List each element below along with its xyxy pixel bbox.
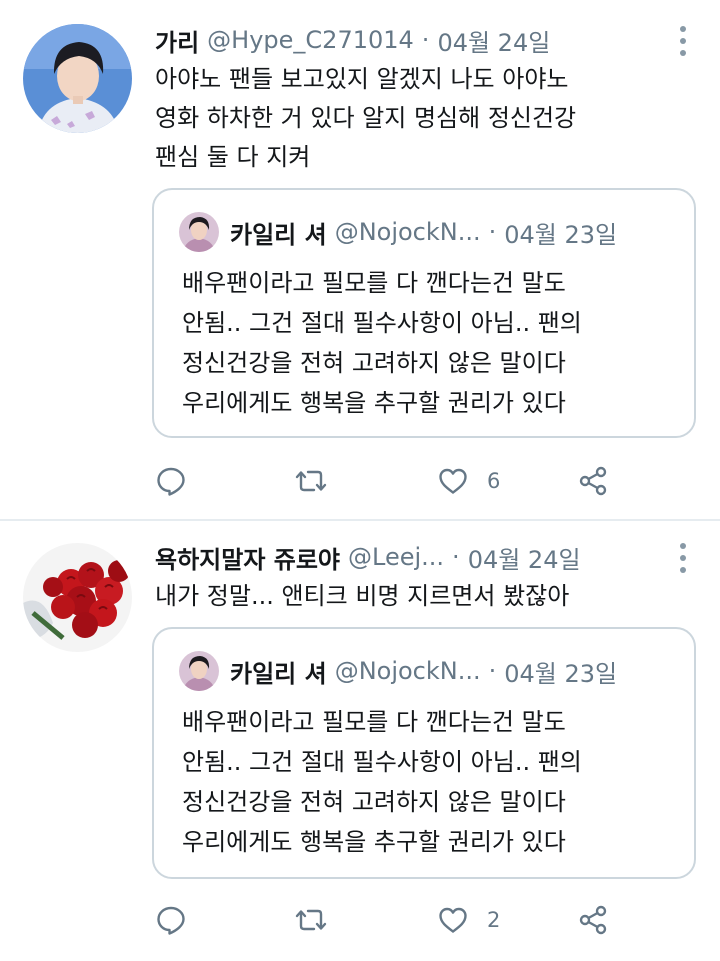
username[interactable]: @Hype_C271014 (207, 26, 414, 54)
comment-bubble-icon (157, 906, 185, 935)
share-nodes-icon (579, 905, 607, 935)
share-button[interactable] (577, 898, 609, 942)
tweet-header: 욕하지말자 쥬로야 @Leej... · 04월 24일 (155, 539, 670, 575)
avatar[interactable] (23, 24, 132, 133)
quote-text-line: 안됨.. 그건 절대 필수사항이 아님.. 팬의 (182, 309, 582, 337)
quote-avatar (179, 212, 219, 252)
separator-dot: · (488, 657, 497, 685)
tweet-text-line: 내가 정말... 앤티크 비명 지르면서 봤잖아 (155, 582, 570, 610)
reply-button[interactable] (155, 898, 187, 942)
tweet[interactable]: 가리 @Hype_C271014 · 04월 24일 아야노 팬들 보고있지 알… (0, 0, 720, 519)
quote-text: 배우팬이라고 필모를 다 깬다는건 말도 안됨.. 그건 절대 필수사항이 아님… (182, 263, 684, 423)
comment-bubble-icon (157, 467, 185, 496)
heart-outline-icon (439, 468, 467, 494)
quote-timestamp: 04월 23일 (504, 659, 618, 688)
like-count: 2 (487, 908, 501, 932)
share-nodes-icon (579, 466, 607, 496)
retweet-arrows-icon (295, 470, 327, 492)
quote-avatar (179, 651, 219, 691)
quote-avatar-photo (179, 651, 219, 691)
reply-button[interactable] (155, 459, 187, 503)
avatar[interactable] (23, 543, 132, 652)
separator-dot: · (488, 218, 497, 246)
quote-text-line: 안됨.. 그건 절대 필수사항이 아님.. 팬의 (182, 748, 582, 776)
tweet-text: 내가 정말... 앤티크 비명 지르면서 봤잖아 (155, 577, 698, 616)
more-options-button[interactable] (678, 26, 688, 56)
separator-dot: · (452, 543, 460, 571)
retweet-button[interactable] (295, 459, 327, 503)
tweet-header: 가리 @Hype_C271014 · 04월 24일 (155, 22, 670, 58)
separator-dot: · (421, 26, 430, 54)
vertical-dots-icon (680, 26, 686, 32)
quote-display-name: 카일리 셔 (230, 659, 327, 688)
display-name[interactable]: 가리 (155, 23, 199, 58)
retweet-arrows-icon (295, 909, 327, 931)
quote-timestamp: 04월 23일 (504, 220, 618, 249)
tweet-actions: 2 (155, 898, 625, 942)
quote-username: @NojockN... (334, 657, 481, 685)
tweet[interactable]: 욕하지말자 쥬로야 @Leej... · 04월 24일 내가 정말... 앤티… (0, 521, 720, 961)
tweet-text-line: 팬심 둘 다 지켜 (155, 143, 311, 171)
quote-display-name: 카일리 셔 (230, 220, 327, 249)
quote-text-line: 정신건강을 전혀 고려하지 않은 말이다 (182, 349, 566, 377)
quote-header: 카일리 셔 @NojockN... · 04월 23일 (230, 651, 674, 691)
heart-outline-icon (439, 907, 467, 933)
quoted-tweet[interactable]: 카일리 셔 @NojockN... · 04월 23일 배우팬이라고 필모를 다… (152, 188, 696, 438)
timestamp[interactable]: 04월 24일 (468, 540, 581, 575)
like-button[interactable]: 2 (437, 898, 500, 942)
quoted-tweet[interactable]: 카일리 셔 @NojockN... · 04월 23일 배우팬이라고 필모를 다… (152, 627, 696, 879)
vertical-dots-icon (680, 543, 686, 549)
quote-text-line: 우리에게도 행복을 추구할 권리가 있다 (182, 828, 566, 856)
avatar-photo (23, 543, 132, 652)
quote-text: 배우팬이라고 필모를 다 깬다는건 말도 안됨.. 그건 절대 필수사항이 아님… (182, 702, 684, 862)
quote-username: @NojockN... (334, 218, 481, 246)
more-options-button[interactable] (678, 543, 688, 573)
like-button[interactable]: 6 (437, 459, 500, 503)
like-count: 6 (487, 469, 501, 493)
retweet-button[interactable] (295, 898, 327, 942)
tweet-actions: 6 (155, 459, 625, 503)
username[interactable]: @Leej... (348, 543, 444, 571)
tweet-text: 아야노 팬들 보고있지 알겠지 나도 아야노 영화 하차한 거 있다 알지 명심… (155, 60, 698, 177)
quote-text-line: 정신건강을 전혀 고려하지 않은 말이다 (182, 788, 566, 816)
timestamp[interactable]: 04월 24일 (437, 23, 550, 58)
quote-text-line: 배우팬이라고 필모를 다 깬다는건 말도 (182, 708, 566, 736)
share-button[interactable] (577, 459, 609, 503)
quote-header: 카일리 셔 @NojockN... · 04월 23일 (230, 212, 674, 252)
display-name[interactable]: 욕하지말자 쥬로야 (155, 540, 340, 575)
quote-text-line: 배우팬이라고 필모를 다 깬다는건 말도 (182, 269, 566, 297)
quote-avatar-photo (179, 212, 219, 252)
tweet-text-line: 아야노 팬들 보고있지 알겠지 나도 아야노 (155, 65, 569, 93)
avatar-photo (23, 24, 132, 133)
quote-text-line: 우리에게도 행복을 추구할 권리가 있다 (182, 389, 566, 417)
tweet-text-line: 영화 하차한 거 있다 알지 명심해 정신건강 (155, 104, 577, 132)
